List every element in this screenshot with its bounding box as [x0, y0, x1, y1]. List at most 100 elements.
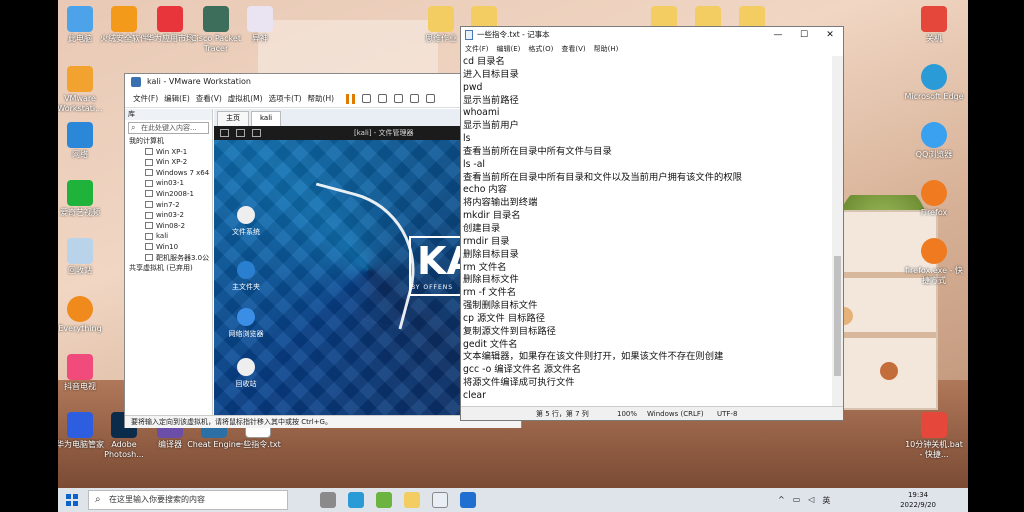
kali-desktop-filesystem[interactable]: 文件系统 — [216, 206, 276, 237]
library-search-input[interactable]: 在此处键入内容... — [128, 122, 209, 134]
app-taskbar-icon[interactable] — [376, 492, 392, 508]
send-keys-icon[interactable] — [362, 94, 372, 103]
library-vm-item[interactable]: win7-2 — [129, 200, 212, 211]
kali-desktop-browser[interactable]: 网络浏览器 — [216, 308, 276, 339]
notepad-menu-file[interactable]: 文件(F) — [465, 43, 489, 56]
notepad-menu-format[interactable]: 格式(O) — [528, 43, 553, 56]
notepad-vertical-scrollbar[interactable] — [832, 56, 843, 407]
notepad-line[interactable]: 删除目标文件 — [463, 274, 833, 287]
desktop-icon-network[interactable]: 网络 — [58, 122, 110, 160]
desktop-icon-firefox-shortcut[interactable]: firefox.exe - 快捷方式 — [904, 238, 964, 286]
library-root-my-computer[interactable]: 我的计算机 — [129, 136, 212, 147]
library-vm-item[interactable]: Win XP-2 — [129, 157, 212, 168]
desktop-icon-edge[interactable]: Microsoft Edge — [904, 64, 964, 102]
vmware-menu-vm[interactable]: 虚拟机(M) — [228, 90, 263, 107]
minimize-button[interactable]: — — [765, 27, 791, 43]
vmware-menu-edit[interactable]: 编辑(E) — [164, 90, 190, 107]
notepad-line[interactable]: rm 文件名 — [463, 262, 833, 275]
library-vm-item[interactable]: Win08-2 — [129, 221, 212, 232]
tray-volume-icon[interactable]: ◁ — [808, 495, 814, 506]
notepad-text-area[interactable]: cd 目录名 进入目标目录 pwd 显示当前路径 whoami 显示当前用户 ls 查看当前所… — [461, 56, 833, 407]
notepad-line[interactable]: rm -f 文件名 — [463, 287, 833, 300]
notepad-line[interactable]: 创建目录 — [463, 223, 833, 236]
desktop-icon-shutdown-bat[interactable]: 10分钟关机.bat - 快捷... — [904, 412, 964, 460]
desktop-icon-douyin[interactable]: 抖音电视 — [58, 354, 110, 392]
taskbar-search-input[interactable]: 在这里输入你要搜索的内容 — [88, 490, 288, 510]
maximize-button[interactable]: ☐ — [791, 27, 817, 43]
tab-kali[interactable]: kali — [251, 111, 282, 126]
notepad-line[interactable]: ls — [463, 133, 833, 146]
kali-terminal-icon[interactable] — [236, 129, 245, 137]
library-vm-item[interactable]: 靶机服务器3.0公 — [129, 253, 212, 264]
notepad-line[interactable]: ls -al — [463, 159, 833, 172]
notepad-line[interactable]: 显示当前用户 — [463, 120, 833, 133]
kali-desktop-trash[interactable]: 回收站 — [216, 358, 276, 389]
notepad-line[interactable]: mkdir 目录名 — [463, 210, 833, 223]
vmware-menu-file[interactable]: 文件(F) — [133, 90, 158, 107]
library-shared-vms[interactable]: 共享虚拟机 (已弃用) — [129, 263, 212, 274]
notepad-line[interactable]: pwd — [463, 82, 833, 95]
library-vm-item[interactable]: Windows 7 x64 — [129, 168, 212, 179]
notepad-menu-view[interactable]: 查看(V) — [561, 43, 585, 56]
fullscreen-icon[interactable] — [426, 94, 436, 103]
file-explorer-icon[interactable] — [404, 492, 420, 508]
notepad-line[interactable]: 删除目标目录 — [463, 249, 833, 262]
kali-desktop-home[interactable]: 主文件夹 — [216, 261, 276, 292]
vmware-menu-view[interactable]: 查看(V) — [196, 90, 222, 107]
notepad-line[interactable]: 显示当前路径 — [463, 95, 833, 108]
tray-chevron-up-icon[interactable]: ^ — [778, 495, 785, 506]
notepad-line[interactable]: 查看当前所在目录中所有文件与目录 — [463, 146, 833, 159]
taskbar-clock[interactable]: 19:34 2022/9/20 — [900, 490, 936, 510]
notepad-taskbar-icon[interactable] — [432, 492, 448, 508]
notepad-menu-edit[interactable]: 编辑(E) — [497, 43, 521, 56]
vmware-menu-help[interactable]: 帮助(H) — [308, 90, 335, 107]
notepad-line[interactable]: 复制源文件到目标路径 — [463, 326, 833, 339]
notepad-line[interactable]: cd 目录名 — [463, 56, 833, 69]
tab-home[interactable]: 主页 — [217, 111, 249, 126]
notepad-line[interactable]: cp 源文件 目标路径 — [463, 313, 833, 326]
notepad-line[interactable]: gcc -o 编译文件名 源文件名 — [463, 364, 833, 377]
notepad-line[interactable]: 文本编辑器，如果存在该文件则打开，如果该文件不存在则创建 — [463, 351, 833, 364]
close-button[interactable]: ✕ — [817, 27, 843, 43]
desktop-icon-game[interactable]: 异神 — [230, 6, 290, 44]
desktop-icon-recycle-bin[interactable]: 回收站 — [58, 238, 110, 276]
notepad-line[interactable]: 进入目标目录 — [463, 69, 833, 82]
scrollbar-thumb[interactable] — [834, 256, 841, 376]
desktop-icon-iqiyi[interactable]: 爱奇艺视频 — [58, 180, 110, 218]
notepad-line[interactable]: rmdir 目录 — [463, 236, 833, 249]
notepad-line[interactable]: whoami — [463, 107, 833, 120]
revert-icon[interactable] — [394, 94, 404, 103]
kali-files-icon[interactable] — [252, 129, 261, 137]
notepad-line[interactable]: 将源文件编译成可执行文件 — [463, 377, 833, 390]
desktop-icon-qq-browser[interactable]: QQ浏览器 — [904, 122, 964, 160]
notepad-line[interactable]: 强制删除目标文件 — [463, 300, 833, 313]
pause-icon[interactable] — [346, 93, 356, 104]
library-vm-item[interactable]: Win2008-1 — [129, 189, 212, 200]
vmware-taskbar-icon[interactable] — [460, 492, 476, 508]
notepad-titlebar[interactable]: 一些指令.txt - 记事本 — ☐ ✕ — [461, 27, 843, 43]
manage-snapshots-icon[interactable] — [410, 94, 420, 103]
library-vm-item-kali[interactable]: kali — [129, 231, 212, 242]
desktop-icon-shutdown[interactable]: 关机 — [904, 6, 964, 44]
library-vm-item[interactable]: win03-1 — [129, 178, 212, 189]
tray-network-icon[interactable]: ▭ — [793, 495, 801, 506]
start-button-windows-icon[interactable] — [66, 494, 78, 506]
vmware-menu-tabs[interactable]: 选项卡(T) — [269, 90, 302, 107]
library-vm-item[interactable]: Win XP-1 — [129, 147, 212, 158]
edge-taskbar-icon[interactable] — [348, 492, 364, 508]
task-view-icon[interactable] — [320, 492, 336, 508]
notepad-line[interactable]: echo 内容 — [463, 184, 833, 197]
notepad-line[interactable]: gedit 文件名 — [463, 339, 833, 352]
desktop-icon-firefox[interactable]: Firefox — [904, 180, 964, 218]
desktop-icon-everything[interactable]: Everything — [58, 296, 110, 334]
kali-menu-icon[interactable] — [220, 129, 229, 137]
tray-ime-icon[interactable]: 英 — [822, 495, 830, 506]
library-vm-item[interactable]: Win10 — [129, 242, 212, 253]
notepad-line[interactable]: 查看当前所在目录中所有目录和文件以及当前用户拥有该文件的权限 — [463, 172, 833, 185]
library-vm-item[interactable]: win03-2 — [129, 210, 212, 221]
notepad-window[interactable]: 一些指令.txt - 记事本 — ☐ ✕ 文件(F) 编辑(E) 格式(O) 查… — [460, 26, 844, 421]
notepad-line[interactable]: 将内容输出到终端 — [463, 197, 833, 210]
notepad-menu-help[interactable]: 帮助(H) — [594, 43, 619, 56]
notepad-line[interactable]: clear — [463, 390, 833, 403]
desktop-icon-vmware[interactable]: VMware Workstati... — [58, 66, 110, 114]
